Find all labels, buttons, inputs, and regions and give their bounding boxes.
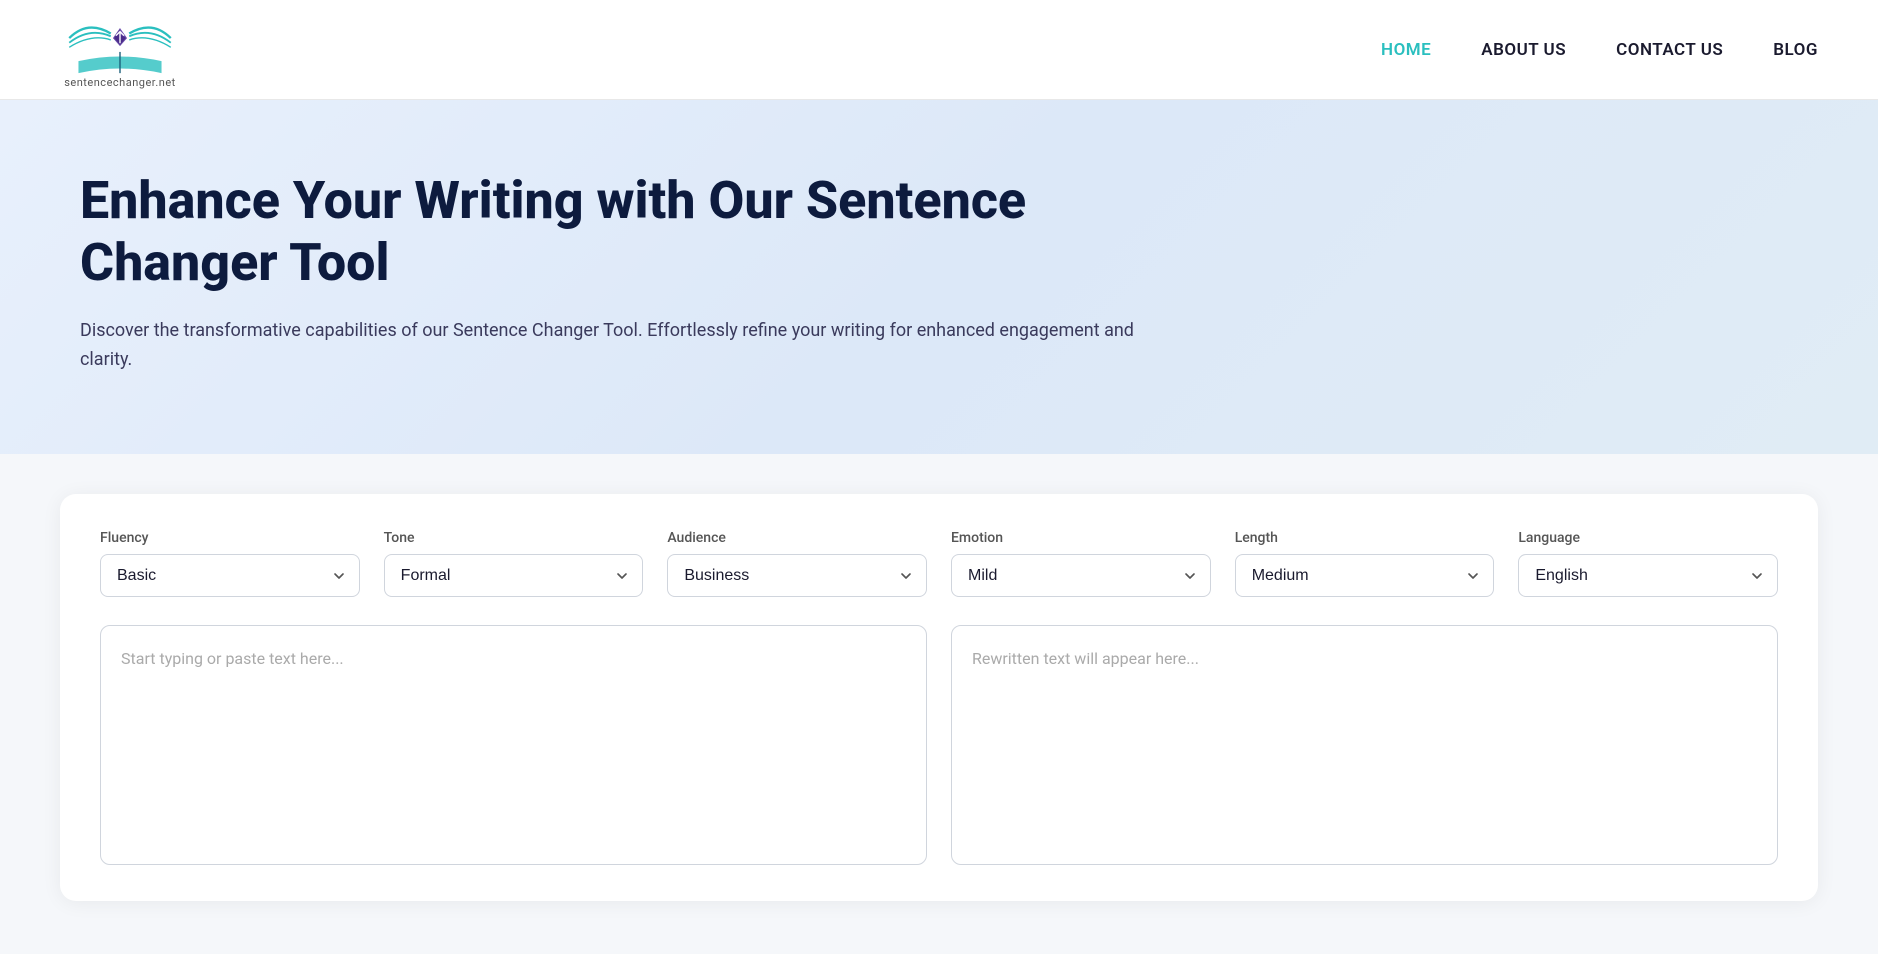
fluency-group: Fluency Basic Standard Advanced Expert	[100, 530, 360, 597]
fluency-select[interactable]: Basic Standard Advanced Expert	[100, 554, 360, 597]
dropdowns-row: Fluency Basic Standard Advanced Expert T…	[100, 530, 1778, 597]
header: sentencechanger.net HOME ABOUT US CONTAC…	[0, 0, 1878, 100]
textareas-row	[100, 625, 1778, 865]
tool-card: Fluency Basic Standard Advanced Expert T…	[60, 494, 1818, 901]
tone-label: Tone	[384, 530, 644, 546]
language-select[interactable]: English Spanish French German Italian	[1518, 554, 1778, 597]
audience-label: Audience	[667, 530, 927, 546]
emotion-label: Emotion	[951, 530, 1211, 546]
main-nav: HOME ABOUT US CONTACT US BLOG	[1381, 40, 1818, 60]
emotion-group: Emotion Mild Neutral Strong Passionate	[951, 530, 1211, 597]
tone-group: Tone Formal Informal Professional Casual	[384, 530, 644, 597]
tone-select[interactable]: Formal Informal Professional Casual	[384, 554, 644, 597]
language-group: Language English Spanish French German I…	[1518, 530, 1778, 597]
nav-about[interactable]: ABOUT US	[1481, 40, 1566, 60]
tool-section: Fluency Basic Standard Advanced Expert T…	[0, 454, 1878, 954]
hero-section: Enhance Your Writing with Our Sentence C…	[0, 100, 1878, 454]
output-textarea[interactable]	[951, 625, 1778, 865]
nav-blog[interactable]: BLOG	[1773, 40, 1818, 60]
nav-home[interactable]: HOME	[1381, 40, 1431, 60]
nav-contact[interactable]: CONTACT US	[1616, 40, 1723, 60]
length-select[interactable]: Short Medium Long Very Long	[1235, 554, 1495, 597]
length-group: Length Short Medium Long Very Long	[1235, 530, 1495, 597]
logo[interactable]: sentencechanger.net	[60, 10, 180, 89]
hero-title: Enhance Your Writing with Our Sentence C…	[80, 170, 1180, 295]
logo-text: sentencechanger.net	[64, 76, 176, 89]
emotion-select[interactable]: Mild Neutral Strong Passionate	[951, 554, 1211, 597]
input-textarea[interactable]	[100, 625, 927, 865]
language-label: Language	[1518, 530, 1778, 546]
fluency-label: Fluency	[100, 530, 360, 546]
audience-select[interactable]: Business Academic General Technical	[667, 554, 927, 597]
audience-group: Audience Business Academic General Techn…	[667, 530, 927, 597]
hero-subtitle: Discover the transformative capabilities…	[80, 317, 1180, 375]
length-label: Length	[1235, 530, 1495, 546]
logo-icon	[60, 10, 180, 80]
